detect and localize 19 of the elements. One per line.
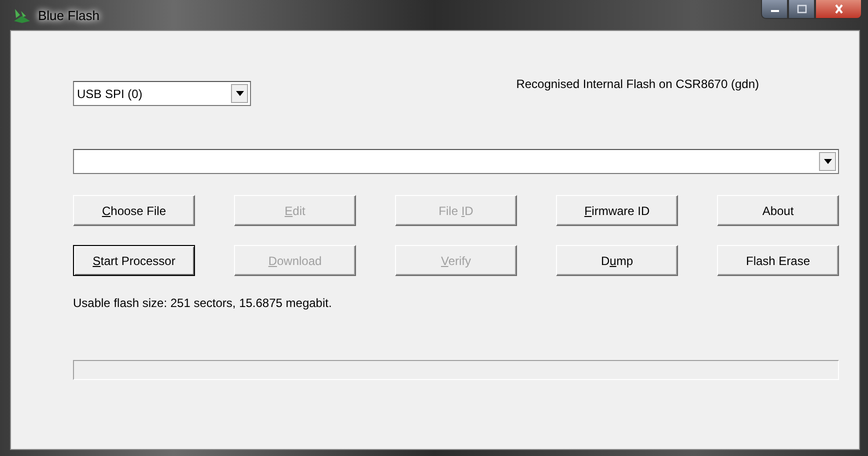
window-title: Blue Flash <box>38 8 100 22</box>
app-icon <box>12 7 32 23</box>
close-icon <box>832 4 844 14</box>
status-label: Recognised Internal Flash on CSR8670 (gdn) <box>516 77 759 93</box>
action-button[interactable]: Firmware ID <box>556 195 678 226</box>
minimize-button[interactable] <box>761 0 788 19</box>
dropdown-arrow-icon <box>824 159 832 164</box>
close-button[interactable] <box>815 0 862 19</box>
action-button[interactable]: Start Processor <box>73 245 195 276</box>
maximize-button[interactable] <box>788 0 815 19</box>
dropdown-arrow-icon <box>236 91 244 96</box>
maximize-icon <box>796 4 808 14</box>
action-button[interactable]: Choose File <box>73 195 195 226</box>
file-dropdown[interactable] <box>73 149 839 174</box>
action-button[interactable]: Flash Erase <box>717 245 839 276</box>
action-button[interactable]: About <box>717 195 839 226</box>
device-dropdown[interactable]: USB SPI (0) <box>73 81 251 106</box>
action-button[interactable]: Dump <box>556 245 678 276</box>
flash-size-text: Usable flash size: 251 sectors, 15.6875 megabit. <box>73 296 333 310</box>
